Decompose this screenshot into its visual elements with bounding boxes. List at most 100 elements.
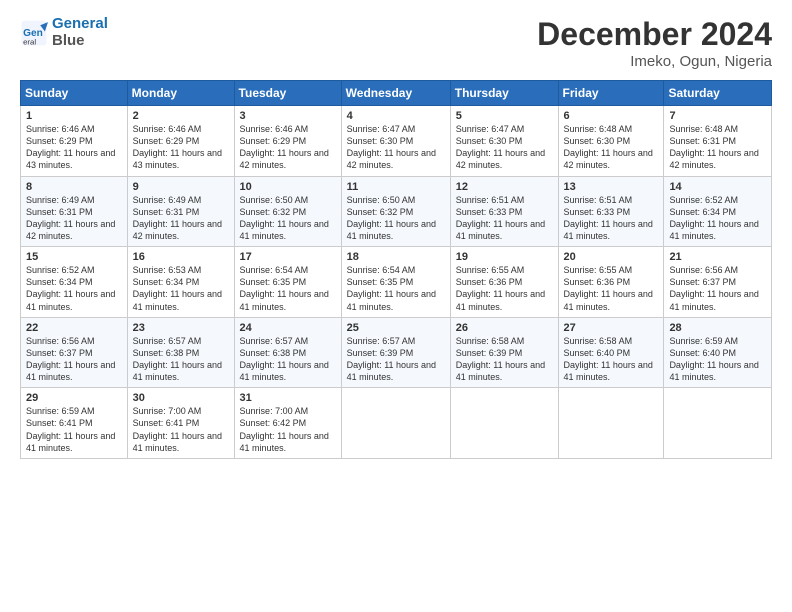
day-info: Sunrise: 6:46 AMSunset: 6:29 PMDaylight:…: [240, 123, 337, 172]
title-block: December 2024 Imeko, Ogun, Nigeria: [537, 16, 772, 70]
header: Gen eral General Blue December 2024 Imek…: [20, 16, 772, 70]
calendar-week-row: 29 Sunrise: 6:59 AMSunset: 6:41 PMDaylig…: [21, 388, 772, 459]
day-number: 20: [564, 251, 660, 263]
day-number: 17: [240, 251, 337, 263]
day-number: 22: [26, 322, 123, 334]
calendar-table: SundayMondayTuesdayWednesdayThursdayFrid…: [20, 80, 772, 459]
calendar-cell: 5 Sunrise: 6:47 AMSunset: 6:30 PMDayligh…: [450, 106, 558, 177]
calendar-cell: 24 Sunrise: 6:57 AMSunset: 6:38 PMDaylig…: [234, 317, 341, 388]
calendar-cell: 26 Sunrise: 6:58 AMSunset: 6:39 PMDaylig…: [450, 317, 558, 388]
calendar-cell: 17 Sunrise: 6:54 AMSunset: 6:35 PMDaylig…: [234, 247, 341, 318]
weekday-header: Friday: [558, 81, 664, 106]
logo: Gen eral General Blue: [20, 16, 108, 49]
day-info: Sunrise: 6:47 AMSunset: 6:30 PMDaylight:…: [456, 123, 554, 172]
calendar-week-row: 22 Sunrise: 6:56 AMSunset: 6:37 PMDaylig…: [21, 317, 772, 388]
calendar-cell: 7 Sunrise: 6:48 AMSunset: 6:31 PMDayligh…: [664, 106, 772, 177]
day-number: 12: [456, 181, 554, 193]
day-info: Sunrise: 6:46 AMSunset: 6:29 PMDaylight:…: [133, 123, 230, 172]
day-info: Sunrise: 6:54 AMSunset: 6:35 PMDaylight:…: [240, 264, 337, 313]
day-number: 6: [564, 110, 660, 122]
day-info: Sunrise: 6:58 AMSunset: 6:39 PMDaylight:…: [456, 335, 554, 384]
calendar-cell: 19 Sunrise: 6:55 AMSunset: 6:36 PMDaylig…: [450, 247, 558, 318]
day-info: Sunrise: 6:59 AMSunset: 6:41 PMDaylight:…: [26, 405, 123, 454]
day-number: 4: [347, 110, 446, 122]
calendar-cell: 10 Sunrise: 6:50 AMSunset: 6:32 PMDaylig…: [234, 176, 341, 247]
calendar-week-row: 8 Sunrise: 6:49 AMSunset: 6:31 PMDayligh…: [21, 176, 772, 247]
day-info: Sunrise: 6:50 AMSunset: 6:32 PMDaylight:…: [240, 194, 337, 243]
day-number: 15: [26, 251, 123, 263]
calendar-cell: 13 Sunrise: 6:51 AMSunset: 6:33 PMDaylig…: [558, 176, 664, 247]
day-info: Sunrise: 7:00 AMSunset: 6:41 PMDaylight:…: [133, 405, 230, 454]
calendar-week-row: 15 Sunrise: 6:52 AMSunset: 6:34 PMDaylig…: [21, 247, 772, 318]
day-number: 13: [564, 181, 660, 193]
calendar-cell: 22 Sunrise: 6:56 AMSunset: 6:37 PMDaylig…: [21, 317, 128, 388]
page: Gen eral General Blue December 2024 Imek…: [0, 0, 792, 612]
calendar-cell: 31 Sunrise: 7:00 AMSunset: 6:42 PMDaylig…: [234, 388, 341, 459]
calendar-cell: 3 Sunrise: 6:46 AMSunset: 6:29 PMDayligh…: [234, 106, 341, 177]
day-number: 21: [669, 251, 767, 263]
day-number: 28: [669, 322, 767, 334]
day-number: 27: [564, 322, 660, 334]
calendar-cell: 4 Sunrise: 6:47 AMSunset: 6:30 PMDayligh…: [341, 106, 450, 177]
calendar-cell: [450, 388, 558, 459]
day-number: 7: [669, 110, 767, 122]
subtitle: Imeko, Ogun, Nigeria: [537, 53, 772, 70]
day-info: Sunrise: 6:55 AMSunset: 6:36 PMDaylight:…: [564, 264, 660, 313]
calendar-cell: 11 Sunrise: 6:50 AMSunset: 6:32 PMDaylig…: [341, 176, 450, 247]
calendar-week-row: 1 Sunrise: 6:46 AMSunset: 6:29 PMDayligh…: [21, 106, 772, 177]
weekday-header: Wednesday: [341, 81, 450, 106]
calendar-cell: 12 Sunrise: 6:51 AMSunset: 6:33 PMDaylig…: [450, 176, 558, 247]
day-info: Sunrise: 6:54 AMSunset: 6:35 PMDaylight:…: [347, 264, 446, 313]
day-number: 29: [26, 392, 123, 404]
calendar-cell: 14 Sunrise: 6:52 AMSunset: 6:34 PMDaylig…: [664, 176, 772, 247]
calendar-cell: 16 Sunrise: 6:53 AMSunset: 6:34 PMDaylig…: [127, 247, 234, 318]
calendar-cell: 8 Sunrise: 6:49 AMSunset: 6:31 PMDayligh…: [21, 176, 128, 247]
calendar-cell: 18 Sunrise: 6:54 AMSunset: 6:35 PMDaylig…: [341, 247, 450, 318]
day-info: Sunrise: 6:57 AMSunset: 6:38 PMDaylight:…: [240, 335, 337, 384]
day-number: 24: [240, 322, 337, 334]
day-info: Sunrise: 6:52 AMSunset: 6:34 PMDaylight:…: [26, 264, 123, 313]
day-number: 23: [133, 322, 230, 334]
day-number: 3: [240, 110, 337, 122]
calendar-cell: 21 Sunrise: 6:56 AMSunset: 6:37 PMDaylig…: [664, 247, 772, 318]
day-info: Sunrise: 6:49 AMSunset: 6:31 PMDaylight:…: [133, 194, 230, 243]
day-info: Sunrise: 6:48 AMSunset: 6:31 PMDaylight:…: [669, 123, 767, 172]
day-info: Sunrise: 6:58 AMSunset: 6:40 PMDaylight:…: [564, 335, 660, 384]
weekday-header: Thursday: [450, 81, 558, 106]
day-number: 5: [456, 110, 554, 122]
day-info: Sunrise: 6:47 AMSunset: 6:30 PMDaylight:…: [347, 123, 446, 172]
calendar-cell: 15 Sunrise: 6:52 AMSunset: 6:34 PMDaylig…: [21, 247, 128, 318]
day-number: 11: [347, 181, 446, 193]
day-info: Sunrise: 6:49 AMSunset: 6:31 PMDaylight:…: [26, 194, 123, 243]
day-number: 26: [456, 322, 554, 334]
day-number: 19: [456, 251, 554, 263]
calendar-cell: 6 Sunrise: 6:48 AMSunset: 6:30 PMDayligh…: [558, 106, 664, 177]
weekday-header: Sunday: [21, 81, 128, 106]
day-info: Sunrise: 6:57 AMSunset: 6:39 PMDaylight:…: [347, 335, 446, 384]
calendar-cell: 25 Sunrise: 6:57 AMSunset: 6:39 PMDaylig…: [341, 317, 450, 388]
day-info: Sunrise: 6:57 AMSunset: 6:38 PMDaylight:…: [133, 335, 230, 384]
calendar-cell: 23 Sunrise: 6:57 AMSunset: 6:38 PMDaylig…: [127, 317, 234, 388]
day-number: 9: [133, 181, 230, 193]
calendar-cell: 20 Sunrise: 6:55 AMSunset: 6:36 PMDaylig…: [558, 247, 664, 318]
day-info: Sunrise: 6:50 AMSunset: 6:32 PMDaylight:…: [347, 194, 446, 243]
day-number: 8: [26, 181, 123, 193]
day-number: 10: [240, 181, 337, 193]
calendar-cell: 30 Sunrise: 7:00 AMSunset: 6:41 PMDaylig…: [127, 388, 234, 459]
day-number: 16: [133, 251, 230, 263]
day-info: Sunrise: 6:59 AMSunset: 6:40 PMDaylight:…: [669, 335, 767, 384]
calendar-cell: 28 Sunrise: 6:59 AMSunset: 6:40 PMDaylig…: [664, 317, 772, 388]
calendar-cell: [664, 388, 772, 459]
weekday-header: Monday: [127, 81, 234, 106]
weekday-header: Tuesday: [234, 81, 341, 106]
day-info: Sunrise: 6:48 AMSunset: 6:30 PMDaylight:…: [564, 123, 660, 172]
main-title: December 2024: [537, 16, 772, 53]
day-info: Sunrise: 6:46 AMSunset: 6:29 PMDaylight:…: [26, 123, 123, 172]
logo-text: General Blue: [52, 16, 108, 49]
day-info: Sunrise: 6:52 AMSunset: 6:34 PMDaylight:…: [669, 194, 767, 243]
day-number: 2: [133, 110, 230, 122]
calendar-cell: [341, 388, 450, 459]
weekday-header-row: SundayMondayTuesdayWednesdayThursdayFrid…: [21, 81, 772, 106]
day-number: 1: [26, 110, 123, 122]
weekday-header: Saturday: [664, 81, 772, 106]
